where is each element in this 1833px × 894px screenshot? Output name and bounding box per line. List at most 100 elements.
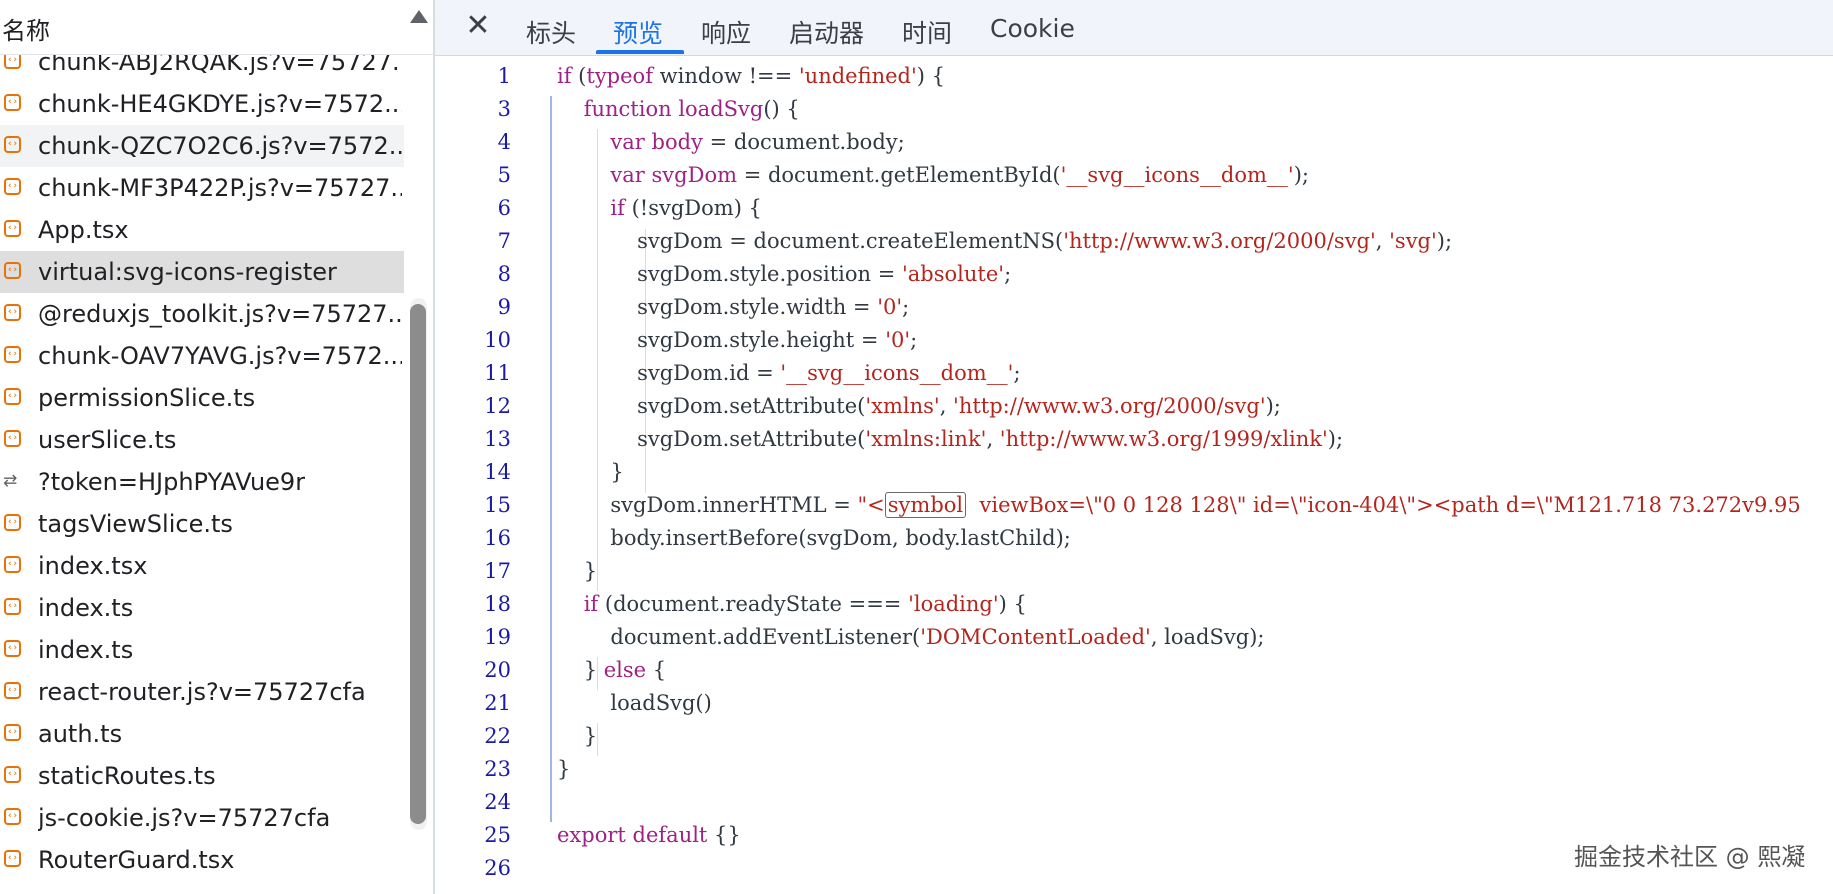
code-text: }: [557, 555, 597, 588]
request-name: virtual:svg-icons-register: [38, 258, 337, 286]
code-line: 10 svgDom.style.height = '0';: [435, 324, 1833, 357]
code-token: (: [571, 64, 587, 88]
code-line: 20 } else {: [435, 654, 1833, 687]
tab-initiator[interactable]: 启动器: [789, 14, 864, 50]
line-number[interactable]: 25: [435, 819, 511, 852]
code-keyword: else: [603, 658, 647, 682]
request-row[interactable]: ‹› auth.ts: [0, 713, 404, 755]
tab-preview[interactable]: 预览: [613, 14, 663, 50]
request-row[interactable]: ‹› chunk-OAV7YAVG.js?v=7572...: [0, 335, 404, 377]
line-number[interactable]: 24: [435, 786, 511, 819]
code-token: ,: [1375, 229, 1390, 253]
request-row[interactable]: ‹› index.ts: [0, 587, 404, 629]
script-file-icon: ‹›: [4, 94, 21, 111]
code-string: '__svg__icons__dom__': [780, 361, 1014, 385]
code-string: 'svg': [1389, 229, 1437, 253]
line-number[interactable]: 11: [435, 357, 511, 390]
script-file-icon: ‹›: [4, 850, 21, 867]
code-token: );: [1436, 229, 1453, 253]
line-number[interactable]: 8: [435, 258, 511, 291]
request-row[interactable]: ‹› virtual:svg-icons-register: [0, 251, 404, 293]
code-text: svgDom.setAttribute('xmlns', 'http://www…: [557, 390, 1281, 423]
code-line: 24: [435, 786, 1833, 819]
code-text: }: [557, 753, 570, 786]
code-token: (document.readyState ===: [598, 592, 909, 616]
request-list-header[interactable]: 名称: [0, 0, 433, 55]
close-icon[interactable]: ✕: [462, 10, 494, 42]
script-file-icon: ‹›: [4, 304, 21, 321]
line-number[interactable]: 1: [435, 60, 511, 93]
code-text: svgDom = document.createElementNS('http:…: [557, 225, 1452, 258]
script-file-icon: ‹›: [4, 682, 21, 699]
line-number[interactable]: 23: [435, 753, 511, 786]
line-number[interactable]: 14: [435, 456, 511, 489]
line-number[interactable]: 4: [435, 126, 511, 159]
line-number[interactable]: 17: [435, 555, 511, 588]
code-token: ,: [986, 427, 1000, 451]
tab-headers[interactable]: 标头: [526, 14, 576, 50]
code-line: 21 loadSvg(): [435, 687, 1833, 720]
request-row[interactable]: ‹› index.ts: [0, 629, 404, 671]
request-row[interactable]: ‹› RouterGuard.tsx: [0, 839, 404, 881]
request-row[interactable]: ‹› staticRoutes.ts: [0, 755, 404, 797]
request-name: chunk-HE4GKDYE.js?v=7572...: [38, 90, 402, 118]
request-row[interactable]: ‹› react-router.js?v=75727cfa: [0, 671, 404, 713]
line-number[interactable]: 5: [435, 159, 511, 192]
line-number[interactable]: 21: [435, 687, 511, 720]
code-token: svgDom.id =: [557, 361, 781, 385]
request-row[interactable]: ‹› userSlice.ts: [0, 419, 404, 461]
code-token: svgDom = document.createElementNS(: [557, 229, 1064, 253]
line-number[interactable]: 19: [435, 621, 511, 654]
request-row[interactable]: ‹› @reduxjs_toolkit.js?v=75727...: [0, 293, 404, 335]
request-row[interactable]: ‹› index.tsx: [0, 545, 404, 587]
code-text: var body = document.body;: [557, 126, 904, 159]
tab-cookies[interactable]: Cookie: [990, 14, 1075, 43]
request-row[interactable]: ‹› chunk-HE4GKDYE.js?v=7572...: [0, 83, 404, 125]
line-number[interactable]: 10: [435, 324, 511, 357]
request-row[interactable]: ‹› chunk-MF3P422P.js?v=75727...: [0, 167, 404, 209]
line-number[interactable]: 7: [435, 225, 511, 258]
code-string: 'xmlns': [865, 394, 940, 418]
line-number[interactable]: 12: [435, 390, 511, 423]
code-string: viewBox=\"0 0 128 128\" id=\"icon-404\">…: [966, 493, 1801, 517]
code-keyword: body: [651, 130, 703, 154]
watermark: 掘金技术社区 @ 熙凝: [1574, 843, 1806, 871]
request-row[interactable]: ‹› permissionSlice.ts: [0, 377, 404, 419]
code-line: 16 body.insertBefore(svgDom, body.lastCh…: [435, 522, 1833, 555]
code-text: }: [557, 720, 597, 753]
request-row[interactable]: ‹› js-cookie.js?v=75727cfa: [0, 797, 404, 839]
tab-response[interactable]: 响应: [701, 14, 751, 50]
code-string: 'http://www.w3.org/2000/svg': [1063, 229, 1376, 253]
sort-ascending-icon[interactable]: [410, 10, 428, 23]
line-number[interactable]: 18: [435, 588, 511, 621]
line-number[interactable]: 9: [435, 291, 511, 324]
line-number[interactable]: 6: [435, 192, 511, 225]
line-number[interactable]: 20: [435, 654, 511, 687]
request-row[interactable]: ⇄ ?token=HJphPYAVue9r: [0, 461, 404, 503]
code-token: );: [1327, 427, 1344, 451]
line-number[interactable]: 16: [435, 522, 511, 555]
tab-timing[interactable]: 时间: [902, 14, 952, 50]
line-number[interactable]: 22: [435, 720, 511, 753]
name-column-header[interactable]: 名称: [2, 11, 50, 46]
code-token: document.addEventListener(: [557, 625, 921, 649]
line-number[interactable]: 3: [435, 93, 511, 126]
code-token: body.insertBefore(svgDom, body.lastChild…: [557, 526, 1071, 550]
request-row[interactable]: ‹› chunk-QZC7O2C6.js?v=7572...: [0, 125, 404, 167]
line-number[interactable]: 15: [435, 489, 511, 522]
code-text: svgDom.style.position = 'absolute';: [557, 258, 1011, 291]
scrollbar-thumb[interactable]: [410, 304, 426, 824]
code-token: {}: [707, 823, 741, 847]
line-number[interactable]: 26: [435, 852, 511, 885]
code-line: 1 if (typeof window !== 'undefined') {: [435, 60, 1833, 93]
line-number[interactable]: 13: [435, 423, 511, 456]
request-name: auth.ts: [38, 720, 123, 748]
request-row[interactable]: ‹› tagsViewSlice.ts: [0, 503, 404, 545]
code-token: ;: [910, 328, 918, 352]
request-row[interactable]: ‹› App.tsx: [0, 209, 404, 251]
request-list: ‹› chunk-ABJ2RQAK.js?v=75727... ‹› chunk-HE…: [0, 41, 404, 881]
code-preview[interactable]: 1 if (typeof window !== 'undefined') {3 f…: [435, 56, 1833, 894]
request-name: staticRoutes.ts: [38, 762, 216, 790]
